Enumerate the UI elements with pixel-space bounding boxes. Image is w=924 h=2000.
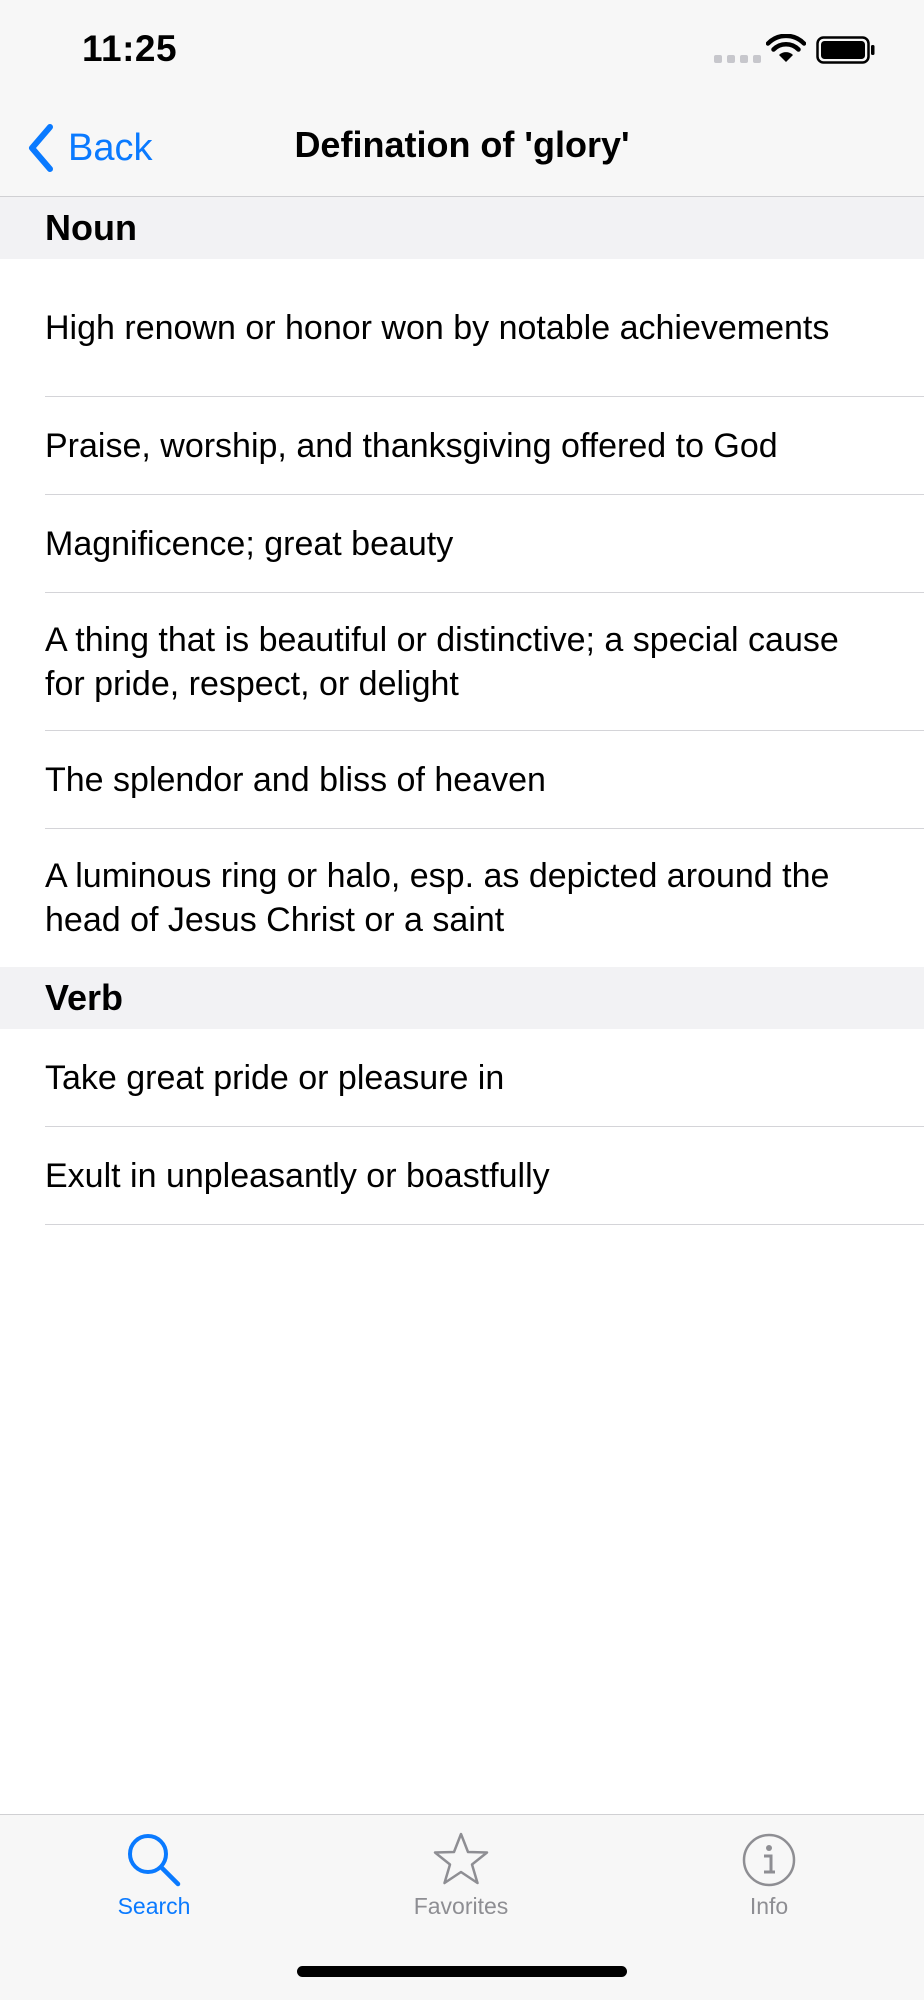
definition-text: High renown or honor won by notable achi… bbox=[45, 309, 830, 347]
definition-row[interactable]: A thing that is beautiful or distinctive… bbox=[0, 593, 924, 731]
info-icon bbox=[742, 1833, 796, 1887]
definition-row[interactable]: Magnificence; great beauty bbox=[0, 495, 924, 593]
definition-text: A thing that is beautiful or distinctive… bbox=[45, 621, 839, 703]
page-title: Defination of 'glory' bbox=[294, 124, 630, 165]
tab-favorites[interactable]: Favorites bbox=[361, 1831, 561, 1920]
definition-row[interactable]: High renown or honor won by notable achi… bbox=[0, 259, 924, 397]
wifi-icon bbox=[766, 34, 806, 62]
definition-text: Exult in unpleasantly or boastfully bbox=[45, 1157, 550, 1195]
status-time: 11:25 bbox=[82, 28, 178, 69]
definition-row[interactable]: The splendor and bliss of heaven bbox=[0, 731, 924, 829]
battery-icon bbox=[816, 36, 875, 64]
definition-text: Praise, worship, and thanksgiving offere… bbox=[45, 427, 778, 465]
section-header-noun: Noun bbox=[0, 197, 924, 259]
tab-label-favorites: Favorites bbox=[413, 1893, 509, 1919]
home-indicator bbox=[297, 1966, 627, 1977]
cellular-signal-icon bbox=[714, 55, 761, 63]
definition-row[interactable]: Praise, worship, and thanksgiving offere… bbox=[0, 397, 924, 495]
definition-text: Take great pride or pleasure in bbox=[45, 1059, 505, 1097]
status-bar: 11:25 bbox=[0, 0, 924, 100]
star-icon bbox=[433, 1832, 489, 1885]
tab-label-search: Search bbox=[117, 1893, 191, 1919]
tab-label-info: Info bbox=[749, 1893, 789, 1919]
tab-search[interactable]: Search bbox=[54, 1831, 254, 1920]
definition-row[interactable]: Take great pride or pleasure in bbox=[0, 1029, 924, 1127]
definition-text: Magnificence; great beauty bbox=[45, 525, 454, 563]
screen: 11:25 Back Defination of 'glory' Noun Hi… bbox=[0, 0, 924, 2000]
tab-info[interactable]: Info bbox=[669, 1831, 869, 1920]
navigation-bar: Back Defination of 'glory' bbox=[0, 100, 924, 197]
definition-row[interactable]: A luminous ring or halo, esp. as depicte… bbox=[0, 829, 924, 967]
section-header-verb: Verb bbox=[0, 967, 924, 1029]
definitions-list: Noun High renown or honor won by notable… bbox=[0, 197, 924, 1225]
definition-text: A luminous ring or halo, esp. as depicte… bbox=[45, 857, 830, 939]
search-icon bbox=[128, 1834, 181, 1887]
definition-row[interactable]: Exult in unpleasantly or boastfully bbox=[0, 1127, 924, 1225]
definition-text: The splendor and bliss of heaven bbox=[45, 761, 546, 799]
